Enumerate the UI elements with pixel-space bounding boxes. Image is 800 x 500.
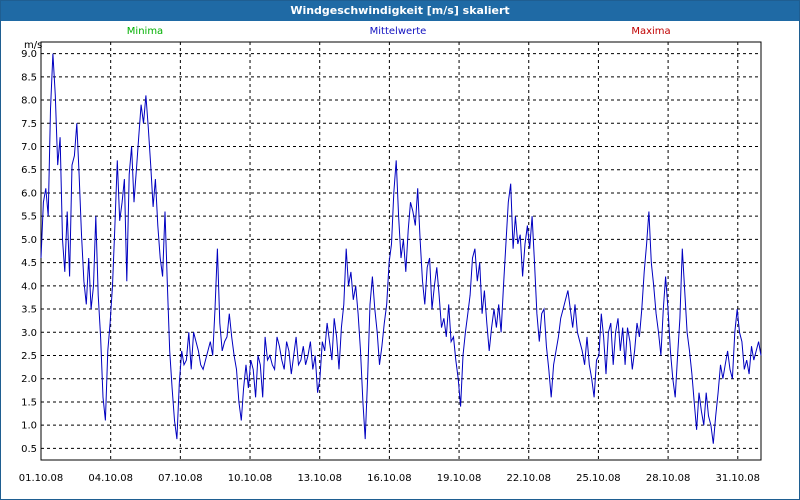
y-tick-label: 1.0 bbox=[21, 421, 37, 432]
y-tick-label: 1.5 bbox=[21, 397, 37, 408]
y-tick-label: 8.0 bbox=[21, 96, 37, 107]
y-tick-label: 0.5 bbox=[21, 444, 37, 455]
y-tick-label: 4.5 bbox=[21, 258, 37, 269]
legend-mittelwerte: Mittelwerte bbox=[370, 26, 427, 37]
y-tick-label: 7.5 bbox=[21, 119, 37, 130]
y-tick-label: 2.5 bbox=[21, 351, 37, 362]
y-tick-label: 6.0 bbox=[21, 188, 37, 199]
y-axis-unit: m/s bbox=[24, 40, 42, 51]
x-tick-label: 01.10.08 bbox=[19, 473, 64, 484]
x-tick-label: 19.10.08 bbox=[437, 473, 482, 484]
chart-svg: 9.08.58.07.57.06.56.05.55.04.54.03.53.02… bbox=[19, 26, 762, 484]
x-tick-label: 31.10.08 bbox=[716, 473, 761, 484]
y-tick-label: 7.0 bbox=[21, 142, 37, 153]
y-tick-label: 5.0 bbox=[21, 235, 37, 246]
x-tick-label: 16.10.08 bbox=[367, 473, 412, 484]
y-tick-label: 5.5 bbox=[21, 212, 37, 223]
legend-minima: Minima bbox=[127, 26, 163, 37]
y-tick-label: 4.0 bbox=[21, 281, 37, 292]
y-tick-label: 8.5 bbox=[21, 72, 37, 83]
y-tick-label: 3.0 bbox=[21, 328, 37, 339]
x-tick-label: 13.10.08 bbox=[297, 473, 342, 484]
y-tick-label: 3.5 bbox=[21, 305, 37, 316]
legend-maxima: Maxima bbox=[631, 26, 670, 37]
y-tick-label: 2.0 bbox=[21, 374, 37, 385]
y-axis-ticks: 9.08.58.07.57.06.56.05.55.04.54.03.53.02… bbox=[21, 49, 37, 455]
x-tick-label: 22.10.08 bbox=[506, 473, 551, 484]
x-tick-label: 25.10.08 bbox=[576, 473, 621, 484]
x-tick-label: 07.10.08 bbox=[158, 473, 203, 484]
y-tick-label: 6.5 bbox=[21, 165, 37, 176]
x-tick-label: 28.10.08 bbox=[646, 473, 691, 484]
x-axis-ticks: 01.10.08 04.10.08 07.10.08 10.10.08 13.10.08… bbox=[19, 473, 760, 484]
x-tick-label: 04.10.08 bbox=[88, 473, 133, 484]
x-tick-label: 10.10.08 bbox=[228, 473, 273, 484]
